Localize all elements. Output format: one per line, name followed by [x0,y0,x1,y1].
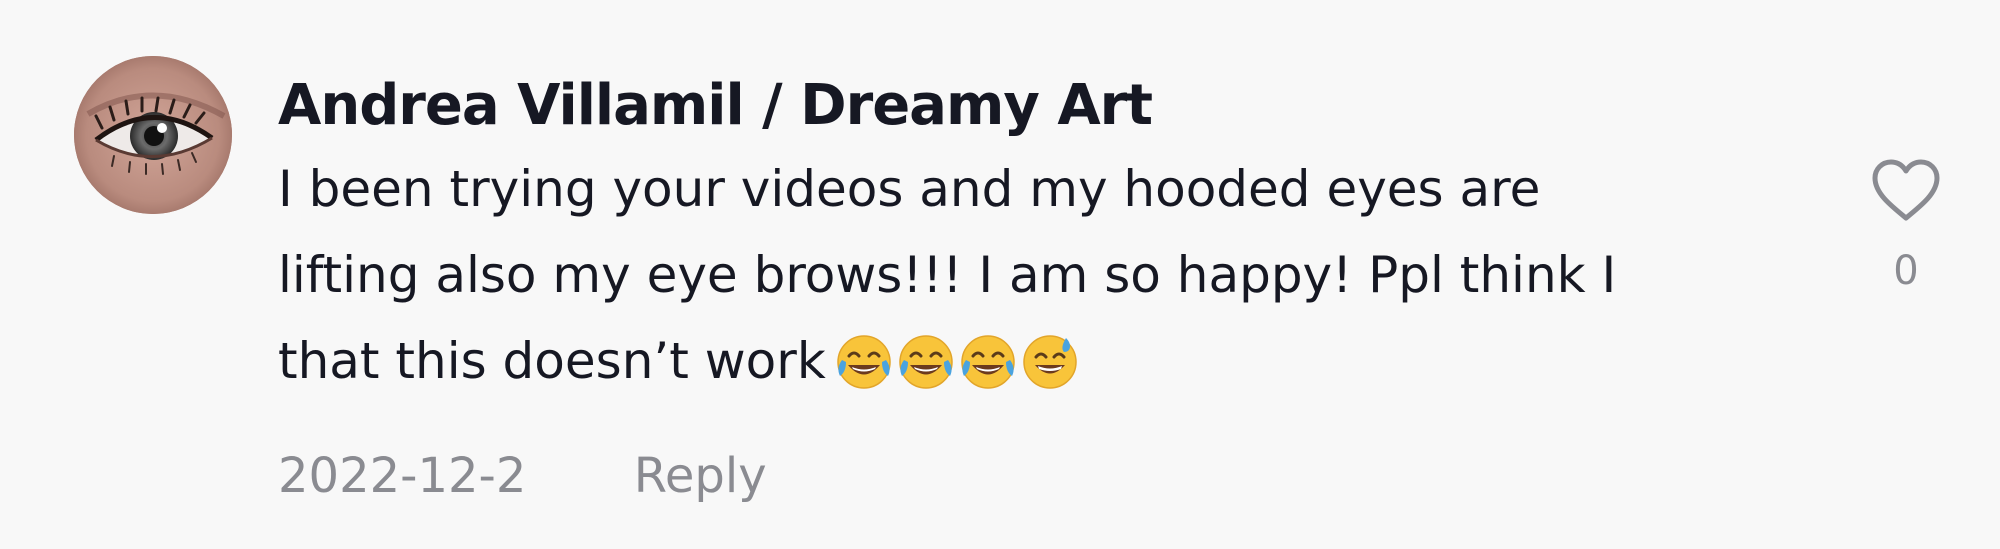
face-with-tears-of-joy-icon [837,335,891,389]
comment-body: Andrea Villamil / Dreamy Art I been tryi… [278,66,1738,408]
comment-username[interactable]: Andrea Villamil / Dreamy Art [278,66,1738,146]
comment-meta: 2022-12-2 Reply [278,448,767,504]
comment-date: 2022-12-2 [278,448,527,504]
face-with-tears-of-joy-icon [899,335,953,389]
grinning-face-with-sweat-icon [1023,335,1077,389]
heart-icon[interactable] [1870,158,1942,224]
avatar[interactable] [74,56,232,214]
reply-button[interactable]: Reply [634,448,767,504]
comment-text-line: lifting also my eye brows!!! I am so hap… [278,246,1617,304]
comment-item: Andrea Villamil / Dreamy Art I been tryi… [0,0,2000,549]
emoji-row [834,316,1082,402]
like-count: 0 [1893,248,1919,294]
comment-text-line-last: that this doesn’t work [278,318,1738,408]
comment-text: I been trying your videos and my hooded … [278,146,1738,408]
eye-avatar-icon [74,56,232,214]
face-with-tears-of-joy-icon [961,335,1015,389]
comment-text-line: that this doesn’t work [278,332,826,390]
comment-text-line: I been trying your videos and my hooded … [278,160,1541,218]
like-container: 0 [1870,158,1942,294]
